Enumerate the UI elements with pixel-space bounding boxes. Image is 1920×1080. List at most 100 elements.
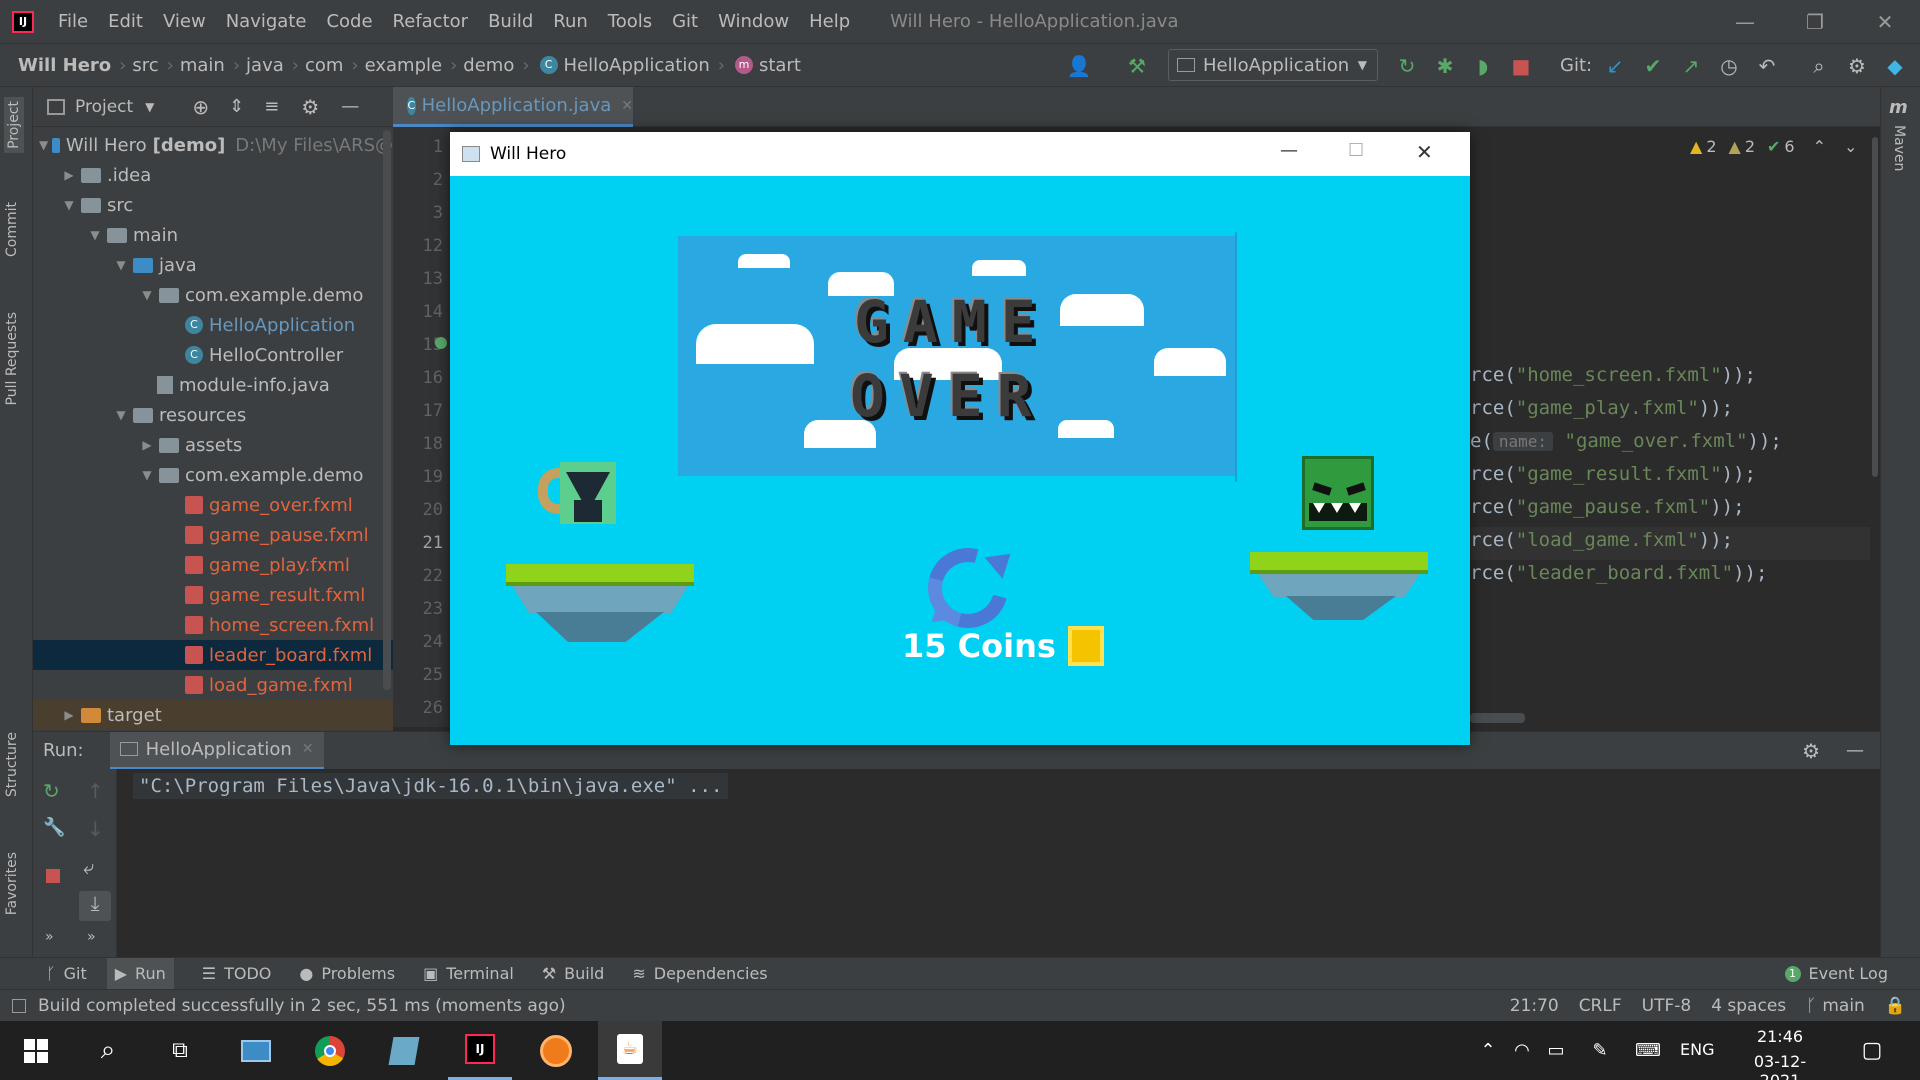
menu-run[interactable]: Run	[543, 11, 598, 32]
restart-icon[interactable]	[913, 533, 1023, 643]
close-button[interactable]: ✕	[1850, 0, 1920, 43]
menu-navigate[interactable]: Navigate	[216, 11, 317, 32]
tree-item-target[interactable]: ▶ target	[33, 700, 393, 730]
user-icon[interactable]: 👤	[1060, 44, 1098, 88]
notification-icon[interactable]: ▢	[1840, 1021, 1904, 1080]
restore-button[interactable]: ❐	[1780, 0, 1850, 43]
tool-tab-project[interactable]: Project	[4, 97, 24, 153]
plugin-icon[interactable]: ◆	[1876, 44, 1914, 88]
lock-icon[interactable]: 🔒	[1885, 996, 1906, 1016]
run-configuration-select[interactable]: HelloApplication ▼	[1168, 49, 1378, 81]
tree-item-main[interactable]: ▼ main	[33, 220, 393, 250]
tree-item-leader-board-fxml[interactable]: leader_board.fxml	[33, 640, 393, 670]
git-update-icon[interactable]: ↙	[1596, 44, 1634, 88]
close-tab-icon[interactable]: ✕	[302, 741, 314, 757]
menu-build[interactable]: Build	[478, 11, 543, 32]
language-indicator[interactable]: ENG	[1680, 1040, 1714, 1059]
tree-item-assets[interactable]: ▶ assets	[33, 430, 393, 460]
tree-item-game-over-fxml[interactable]: game_over.fxml	[33, 490, 393, 520]
menu-code[interactable]: Code	[316, 11, 382, 32]
breadcrumb-demo[interactable]: demo	[463, 55, 514, 76]
git-push-icon[interactable]: ↗	[1672, 44, 1710, 88]
breadcrumb-example[interactable]: example	[365, 55, 442, 76]
tree-item-java[interactable]: ▼ java	[33, 250, 393, 280]
intellij-taskbar-icon[interactable]: IJ	[448, 1021, 512, 1080]
menu-window[interactable]: Window	[708, 11, 799, 32]
more-icon[interactable]: »	[45, 929, 54, 945]
tool-tab-structure[interactable]: Structure	[4, 732, 20, 797]
tool-tab-dependencies[interactable]: ≋ Dependencies	[632, 964, 767, 983]
more-icon[interactable]: »	[87, 929, 96, 945]
tree-item-helloapplication[interactable]: C HelloApplication	[33, 310, 393, 340]
clock[interactable]: 21:46 03-12-2021	[1736, 1027, 1824, 1080]
history-icon[interactable]: ◷	[1710, 44, 1748, 88]
wrench-icon[interactable]: 🔧	[43, 817, 65, 838]
run-tab[interactable]: HelloApplication ✕	[109, 731, 324, 770]
tool-tab-maven[interactable]: Maven	[1891, 125, 1907, 171]
breadcrumb-java[interactable]: java	[246, 55, 284, 76]
rollback-icon[interactable]: ↶	[1748, 44, 1786, 88]
desktop-app-icon[interactable]	[224, 1021, 288, 1080]
tool-tab-terminal[interactable]: ▣ Terminal	[423, 964, 514, 983]
notes-app-icon[interactable]	[372, 1021, 436, 1080]
debug-bug-icon[interactable]: ✱	[1426, 44, 1464, 88]
tree-item-resources[interactable]: ▼ resources	[33, 400, 393, 430]
arrow-down-icon[interactable]: ↓	[87, 817, 104, 841]
tree-item-hellocontroller[interactable]: C HelloController	[33, 340, 393, 370]
keyboard-icon[interactable]: ⌨	[1616, 1021, 1680, 1080]
gear-icon[interactable]: ⚙	[1838, 44, 1876, 88]
inspection-widget[interactable]: ▲ 2 ▲ 2 ✔ 6 ⌃ ⌄	[1690, 137, 1857, 156]
locate-icon[interactable]: ⊕	[192, 95, 209, 119]
search-icon[interactable]: ⌕	[1800, 44, 1838, 88]
expand-all-icon[interactable]: ⇕	[229, 96, 244, 117]
editor-scrollbar-thumb[interactable]	[1872, 137, 1878, 477]
gear-icon[interactable]: ⚙	[301, 95, 319, 119]
minimize-button[interactable]: —	[1710, 0, 1780, 43]
breadcrumb-class[interactable]: HelloApplication	[564, 55, 710, 76]
hide-panel-icon[interactable]: —	[341, 96, 359, 117]
arrow-up-icon[interactable]: ↑	[87, 779, 104, 803]
file-encoding[interactable]: UTF-8	[1642, 996, 1692, 1016]
maximize-button[interactable]: ☐	[1348, 140, 1364, 161]
chevron-down-icon[interactable]: ⌄	[1844, 137, 1857, 156]
java-app-icon[interactable]: ☕	[598, 1021, 662, 1080]
tool-tab-commit[interactable]: Commit	[4, 202, 20, 257]
menu-edit[interactable]: Edit	[98, 11, 153, 32]
menu-view[interactable]: View	[153, 11, 216, 32]
tree-item-game-pause-fxml[interactable]: game_pause.fxml	[33, 520, 393, 550]
caret-position[interactable]: 21:70	[1510, 996, 1559, 1016]
coverage-icon[interactable]: ◗	[1464, 44, 1502, 88]
git-commit-icon[interactable]: ✔	[1634, 44, 1672, 88]
tree-item-load-game-fxml[interactable]: load_game.fxml	[33, 670, 393, 700]
hide-panel-icon[interactable]: —	[1846, 740, 1864, 761]
editor-tab-helloapplication[interactable]: C HelloApplication.java ✕	[393, 87, 633, 127]
stop-icon[interactable]: ■	[1502, 44, 1540, 88]
scroll-to-end-icon[interactable]: ⤓	[79, 891, 111, 921]
status-toggle-icon[interactable]	[12, 998, 26, 1013]
minimize-button[interactable]: —	[1280, 140, 1298, 161]
tool-tab-pull-requests[interactable]: Pull Requests	[4, 312, 20, 405]
tree-item-src[interactable]: ▼ src	[33, 190, 393, 220]
git-branch[interactable]: main	[1822, 996, 1864, 1016]
close-tab-icon[interactable]: ✕	[621, 98, 633, 114]
breadcrumb-main[interactable]: main	[180, 55, 225, 76]
chrome-icon[interactable]	[298, 1021, 362, 1080]
soft-wrap-icon[interactable]: ⤶	[83, 855, 94, 879]
tree-item-package[interactable]: ▼ com.example.demo	[33, 280, 393, 310]
tool-tab-problems[interactable]: ● Problems	[299, 964, 395, 983]
menu-refactor[interactable]: Refactor	[383, 11, 479, 32]
tree-item-game-play-fxml[interactable]: game_play.fxml	[33, 550, 393, 580]
menu-file[interactable]: File	[48, 11, 98, 32]
chevron-down-icon[interactable]: ▼	[145, 100, 154, 114]
tool-tab-favorites[interactable]: Favorites	[4, 852, 20, 915]
rerun-icon[interactable]: ↻	[43, 779, 60, 803]
maven-m-icon[interactable]: m	[1889, 97, 1908, 118]
project-scrollbar[interactable]	[383, 130, 391, 690]
editor-h-scrollbar[interactable]	[1470, 713, 1525, 723]
menu-tools[interactable]: Tools	[598, 11, 662, 32]
tool-tab-build[interactable]: ⚒ Build	[542, 964, 605, 983]
line-separator[interactable]: CRLF	[1579, 996, 1622, 1016]
tool-tab-todo[interactable]: ☰ TODO	[202, 964, 272, 983]
close-button[interactable]: ✕	[1416, 140, 1433, 164]
browser-app-icon[interactable]	[524, 1021, 588, 1080]
